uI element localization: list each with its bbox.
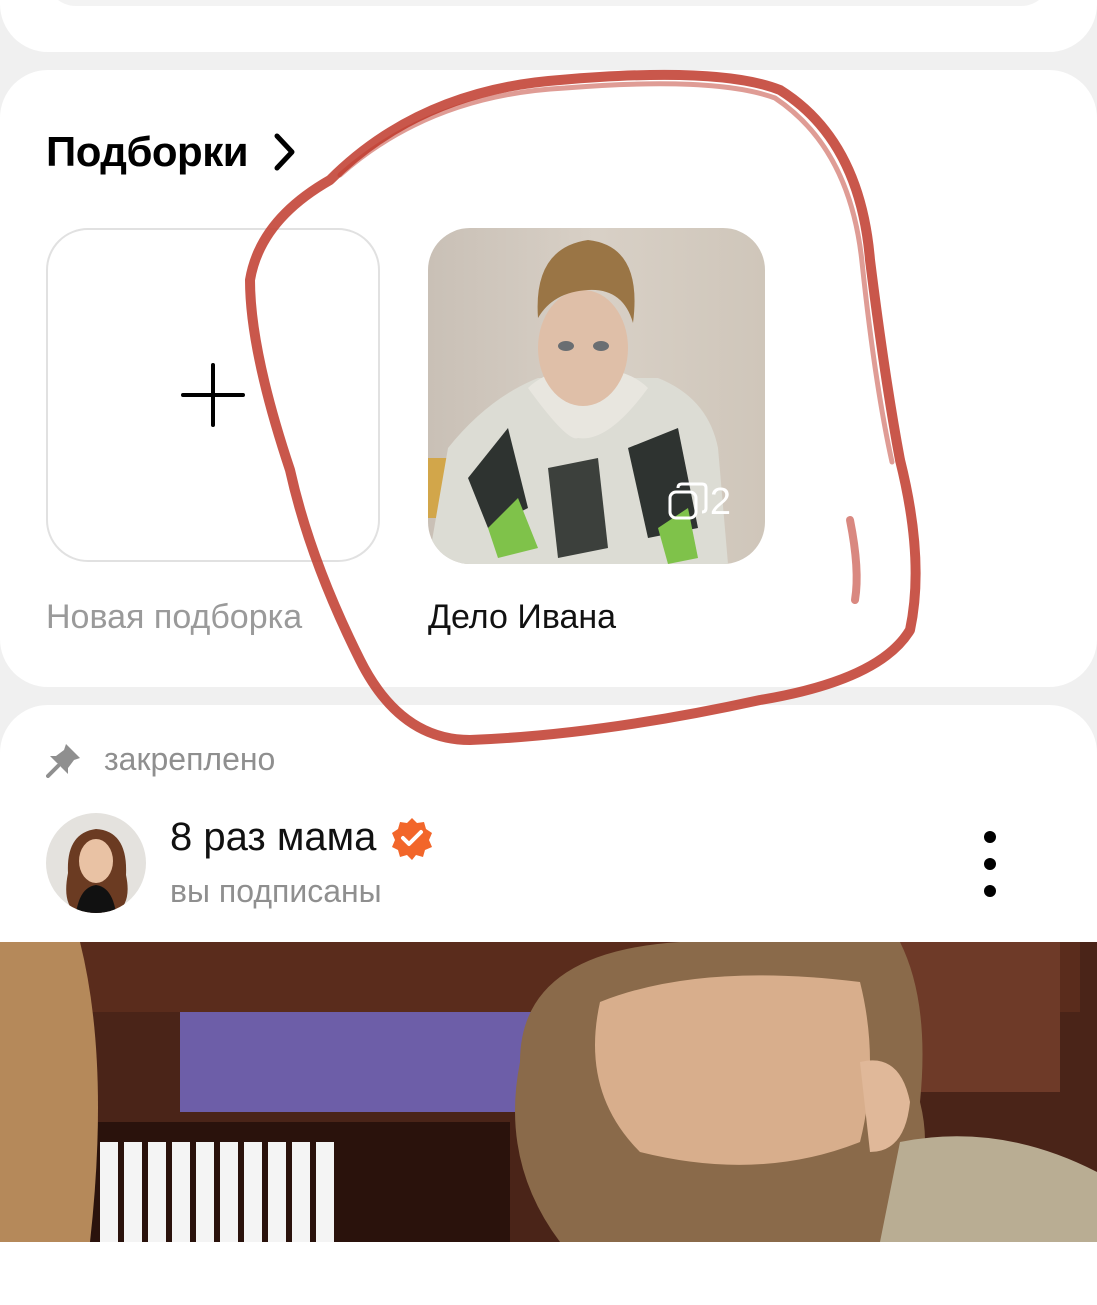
avatar-image [46,813,146,913]
plus-icon [181,363,245,427]
previous-card-bar [46,0,1051,6]
chevron-right-icon [274,133,295,171]
photo-count-value: 2 [709,480,731,523]
author-name-text: 8 раз мама [170,815,377,859]
author-avatar[interactable] [46,813,146,913]
pinned-indicator: закреплено [46,741,275,778]
subscription-status: вы подписаны [170,873,382,909]
collection-photo-count: 2 [666,480,731,524]
pinned-label: закреплено [104,741,276,777]
author-name[interactable]: 8 раз мама [170,815,434,860]
collections-header-link[interactable]: Подборки [46,128,298,176]
new-collection-label[interactable]: Новая подборка [46,598,302,637]
previous-card [0,0,1097,52]
verified-badge-icon [392,817,433,860]
post-image[interactable] [0,942,1097,1242]
collection-card-ivan[interactable]: 2 [428,228,765,564]
collections-section: Подборки Новая подборка 2 Дело Ивана [0,70,1097,687]
new-collection-button[interactable] [46,228,380,562]
stacked-photos-icon [668,482,708,520]
collection-label-ivan[interactable]: Дело Ивана [428,598,616,637]
pinned-post-card: закреплено 8 раз мама вы подписаны [0,705,1097,1305]
collections-title: Подборки [46,128,249,175]
more-vertical-icon[interactable] [970,829,1010,899]
pin-icon [46,743,80,778]
